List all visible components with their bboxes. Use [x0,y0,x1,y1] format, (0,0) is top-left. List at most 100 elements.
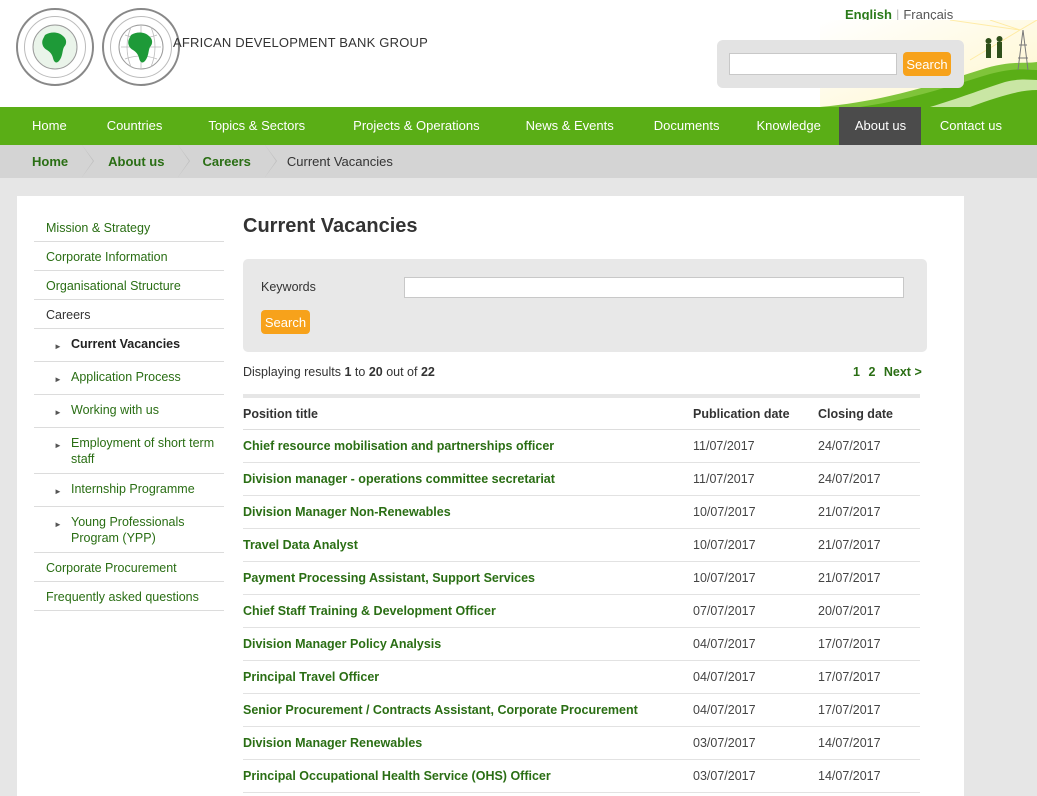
sidebar-sub-short-term-staff[interactable]: ► Employment of short term staff [34,428,224,474]
logo-group[interactable] [16,8,188,86]
triangle-right-icon: ► [54,375,62,384]
table-row: Chief Staff Training & Development Offic… [243,595,920,628]
sidebar-item-mission-strategy[interactable]: Mission & Strategy [34,213,224,242]
publication-date: 04/07/2017 [693,670,756,684]
sidebar-nav: Mission & Strategy Corporate Information… [34,213,224,611]
sidebar-sub-ypp[interactable]: ► Young Professionals Program (YPP) [34,507,224,553]
vacancy-title-link[interactable]: Senior Procurement / Contracts Assistant… [243,703,693,717]
breadcrumb-about-us[interactable]: About us [82,145,191,178]
vacancy-title-link[interactable]: Principal Travel Officer [243,670,693,684]
triangle-right-icon: ► [54,342,62,351]
col-position-title[interactable]: Position title [243,407,693,421]
content-panel: Mission & Strategy Corporate Information… [17,196,964,796]
publication-date: 10/07/2017 [693,505,756,519]
page-1-link[interactable]: 1 [853,365,860,379]
sidebar-item-corporate-information[interactable]: Corporate Information [34,242,224,271]
nav-news-events[interactable]: News & Events [503,107,634,145]
site-search-input[interactable] [729,53,897,75]
sidebar-item-corporate-procurement[interactable]: Corporate Procurement [34,553,224,582]
adf-seal-logo [102,8,180,86]
vacancy-title-link[interactable]: Division Manager Policy Analysis [243,637,693,651]
publication-date: 03/07/2017 [693,769,756,783]
table-row: Payment Processing Assistant, Support Se… [243,562,920,595]
breadcrumb-home[interactable]: Home [0,145,95,178]
publication-date: 11/07/2017 [693,472,755,486]
afdb-seal-logo [16,8,94,86]
nav-home[interactable]: Home [0,107,84,145]
keywords-label: Keywords [261,280,316,294]
closing-date: 14/07/2017 [818,769,881,783]
table-row: Division Manager Non-Renewables 10/07/201… [243,496,920,529]
keywords-input[interactable] [404,277,904,298]
sidebar-sub-working-with-us[interactable]: ► Working with us [34,395,224,428]
triangle-right-icon: ► [54,441,62,450]
vacancy-title-link[interactable]: Payment Processing Assistant, Support Se… [243,571,693,585]
nav-projects-operations[interactable]: Projects & Operations [329,107,502,145]
table-row: Division manager - operations committee … [243,463,920,496]
nav-topics-sectors[interactable]: Topics & Sectors [185,107,329,145]
vacancy-title-link[interactable]: Chief Staff Training & Development Offic… [243,604,693,618]
triangle-right-icon: ► [54,408,62,417]
table-row: Senior Procurement / Contracts Assistant… [243,694,920,727]
table-row: Division Manager Policy Analysis 04/07/20… [243,628,920,661]
site-search: Search [717,40,964,88]
nav-countries[interactable]: Countries [84,107,186,145]
breadcrumb-current: Current Vacancies [286,154,393,169]
closing-date: 17/07/2017 [818,637,881,651]
closing-date: 14/07/2017 [818,736,881,750]
results-summary: Displaying results 1 to 20 out of 22 [243,365,435,379]
closing-date: 21/07/2017 [818,538,881,552]
closing-date: 21/07/2017 [818,571,881,585]
vacancy-title-link[interactable]: Principal Occupational Health Service (O… [243,769,693,783]
table-row: Principal Occupational Health Service (O… [243,760,920,793]
sidebar-sub-internship-programme[interactable]: ► Internship Programme [34,474,224,507]
triangle-right-icon: ► [54,520,62,529]
main-nav: Home Countries Topics & Sectors Projects… [0,107,1037,145]
sidebar-sub-current-vacancies[interactable]: ► Current Vacancies [34,329,224,362]
nav-contact-us[interactable]: Contact us [921,107,1020,145]
page-2-link[interactable]: 2 [868,365,875,379]
site-search-button[interactable]: Search [903,52,951,76]
brand-name: AFRICAN DEVELOPMENT BANK GROUP [173,35,428,50]
vacancy-title-link[interactable]: Division manager - operations committee … [243,472,693,486]
col-publication-date[interactable]: Publication date [693,407,818,421]
vacancy-title-link[interactable]: Division Manager Non-Renewables [243,505,693,519]
publication-date: 10/07/2017 [693,538,756,552]
publication-date: 11/07/2017 [693,439,755,453]
closing-date: 17/07/2017 [818,703,881,717]
breadcrumb-careers[interactable]: Careers [178,145,278,178]
vacancy-title-link[interactable]: Travel Data Analyst [243,538,693,552]
page-title: Current Vacancies [243,215,418,237]
sidebar-item-careers[interactable]: Careers [34,300,224,329]
col-closing-date[interactable]: Closing date [818,407,920,421]
table-row: Principal Travel Officer 04/07/2017 17/07/… [243,661,920,694]
sidebar-item-organisational-structure[interactable]: Organisational Structure [34,271,224,300]
publication-date: 04/07/2017 [693,637,756,651]
sidebar-item-faq[interactable]: Frequently asked questions [34,582,224,611]
closing-date: 21/07/2017 [818,505,881,519]
closing-date: 20/07/2017 [818,604,881,618]
table-row: Division Manager Renewables 03/07/2017 14/… [243,727,920,760]
publication-date: 10/07/2017 [693,571,756,585]
pagination: 1 2 Next > [853,365,922,379]
closing-date: 17/07/2017 [818,670,881,684]
triangle-right-icon: ► [54,487,62,496]
publication-date: 03/07/2017 [693,736,756,750]
nav-documents[interactable]: Documents [634,107,739,145]
vacancy-title-link[interactable]: Division Manager Renewables [243,736,693,750]
vacancy-title-link[interactable]: Chief resource mobilisation and partners… [243,439,693,453]
sidebar-sub-application-process[interactable]: ► Application Process [34,362,224,395]
nav-about-us[interactable]: About us [838,107,921,145]
table-header: Position title Publication date Closing … [243,398,920,430]
vacancy-search-button[interactable]: Search [261,310,310,334]
vacancies-table: Position title Publication date Closing … [243,394,920,793]
table-row: Chief resource mobilisation and partners… [243,430,920,463]
vacancy-search-form: Keywords Search [243,259,927,352]
publication-date: 04/07/2017 [693,703,756,717]
closing-date: 24/07/2017 [818,472,881,486]
publication-date: 07/07/2017 [693,604,756,618]
next-page-link[interactable]: Next > [884,365,922,379]
breadcrumb: Home About us Careers Current Vacancies [0,145,1037,178]
site-header: AFRICAN DEVELOPMENT BANK GROUP English | F… [0,0,1037,107]
nav-knowledge[interactable]: Knowledge [739,107,839,145]
